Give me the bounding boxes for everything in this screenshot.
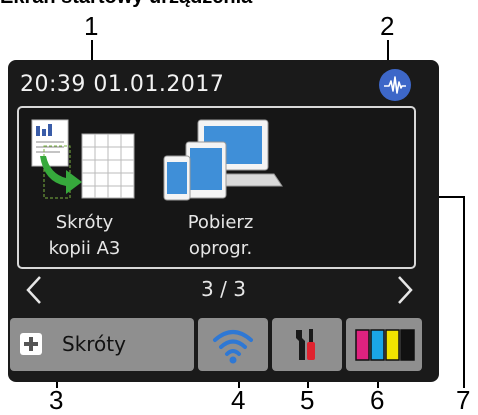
next-page-button[interactable] [391,274,419,306]
shortcuts-button[interactable]: Skróty [10,318,194,371]
app-download-label-line1: Pobierz [187,212,254,233]
ink-cartridges-icon [355,329,415,361]
callout-1: 1 [84,11,99,41]
touchscreen: 20:39 01.01.2017 Skróty kopii A3 Pobierz… [8,60,439,382]
app-a3-copy-label-line1: Skróty [55,212,114,233]
plus-icon [20,333,42,355]
callout-3: 3 [49,385,64,415]
leader-line-7-vertical [463,196,465,388]
page-indicator: 3 / 3 [201,277,246,301]
a3-copy-shortcut-icon [31,119,135,199]
shortcuts-button-label: Skróty [62,332,126,356]
date-time: 20:39 01.01.2017 [20,72,225,97]
ink-levels-button[interactable] [346,318,422,371]
shortcut-panel: Skróty kopii A3 Pobierz oprogr. [17,106,416,269]
app-a3-copy-label-line2: kopii A3 [48,238,121,259]
wifi-button[interactable] [198,318,268,371]
figure-caption: Ekran startowy urządzenia [0,0,252,9]
app-download-label-line2: oprogr. [188,238,253,259]
status-bar: 20:39 01.01.2017 [8,60,439,104]
pager: 3 / 3 [8,270,439,310]
settings-button[interactable] [272,318,342,371]
chevron-right-icon [398,276,413,304]
app-a3-copy-shortcuts[interactable]: Skróty kopii A3 [22,116,147,266]
download-software-icon [163,119,283,201]
callout-7: 7 [456,385,471,415]
wireless-lan-status-icon[interactable] [379,69,411,101]
callout-5: 5 [300,385,315,415]
callout-2: 2 [380,11,395,41]
tools-settings-icon [296,329,315,360]
app-download-software[interactable]: Pobierz oprogr. [158,116,283,266]
wifi-icon [213,330,253,364]
callout-6: 6 [370,385,385,415]
callout-4: 4 [231,385,246,415]
